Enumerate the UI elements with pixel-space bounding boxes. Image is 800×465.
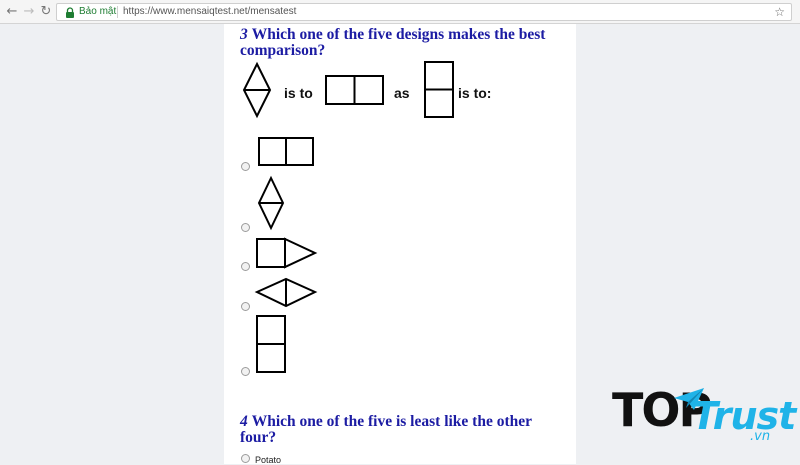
- stem-shape-vertical-diamond: [242, 61, 272, 119]
- option-1-radio[interactable]: [241, 162, 250, 171]
- option-5-radio[interactable]: [241, 367, 250, 376]
- option-2-shape-vertical-diamond[interactable]: [257, 175, 285, 231]
- question-3-text: Which one of the five designs makes the …: [240, 26, 546, 59]
- watermark-vn-text: .vn: [750, 429, 771, 444]
- back-arrow-icon[interactable]: ←: [4, 4, 20, 20]
- question-3-number: 3: [240, 26, 248, 43]
- reload-icon[interactable]: ↻: [38, 4, 54, 20]
- toptrust-watermark: TOP Trust .vn: [612, 384, 796, 450]
- stem-word-is-to: is to: [284, 85, 313, 101]
- secure-label: Bảo mật: [79, 6, 117, 17]
- question-3-title: 3 Which one of the five designs makes the…: [240, 27, 570, 59]
- stem-word-as: as: [394, 85, 410, 101]
- quiz-page: 3 Which one of the five designs makes the…: [224, 24, 576, 465]
- option-2-radio[interactable]: [241, 223, 250, 232]
- star-icon[interactable]: ☆: [774, 4, 785, 20]
- question-4-number: 4: [240, 413, 248, 430]
- option-3-radio[interactable]: [241, 262, 250, 271]
- url-separator: [117, 6, 118, 18]
- forward-arrow-icon[interactable]: →: [21, 4, 37, 20]
- question-4-text: Which one of the five is least like the …: [240, 413, 532, 446]
- option-4-shape-horizontal-diamond[interactable]: [254, 277, 318, 308]
- stem-word-is-to-colon: is to:: [458, 85, 492, 101]
- option-potato-radio[interactable]: [241, 454, 250, 463]
- lock-icon: [66, 7, 74, 18]
- stem-shape-two-squares-vertical: [424, 61, 454, 118]
- option-3-shape-square-with-triangle[interactable]: [256, 237, 318, 269]
- stem-shape-two-squares-horizontal: [325, 75, 384, 105]
- browser-toolbar: ← → ↻ Bảo mật https://www.mensaiqtest.ne…: [0, 0, 800, 24]
- watermark-trust-text: Trust: [692, 394, 796, 438]
- option-5-shape-two-squares-vertical[interactable]: [256, 315, 287, 375]
- address-bar[interactable]: Bảo mật https://www.mensaiqtest.net/mens…: [56, 3, 792, 21]
- url-text[interactable]: https://www.mensaiqtest.net/mensatest: [123, 5, 296, 19]
- option-1-shape-two-squares-horizontal[interactable]: [258, 137, 315, 167]
- option-4-radio[interactable]: [241, 302, 250, 311]
- question-4-title: 4 Which one of the five is least like the…: [240, 414, 570, 446]
